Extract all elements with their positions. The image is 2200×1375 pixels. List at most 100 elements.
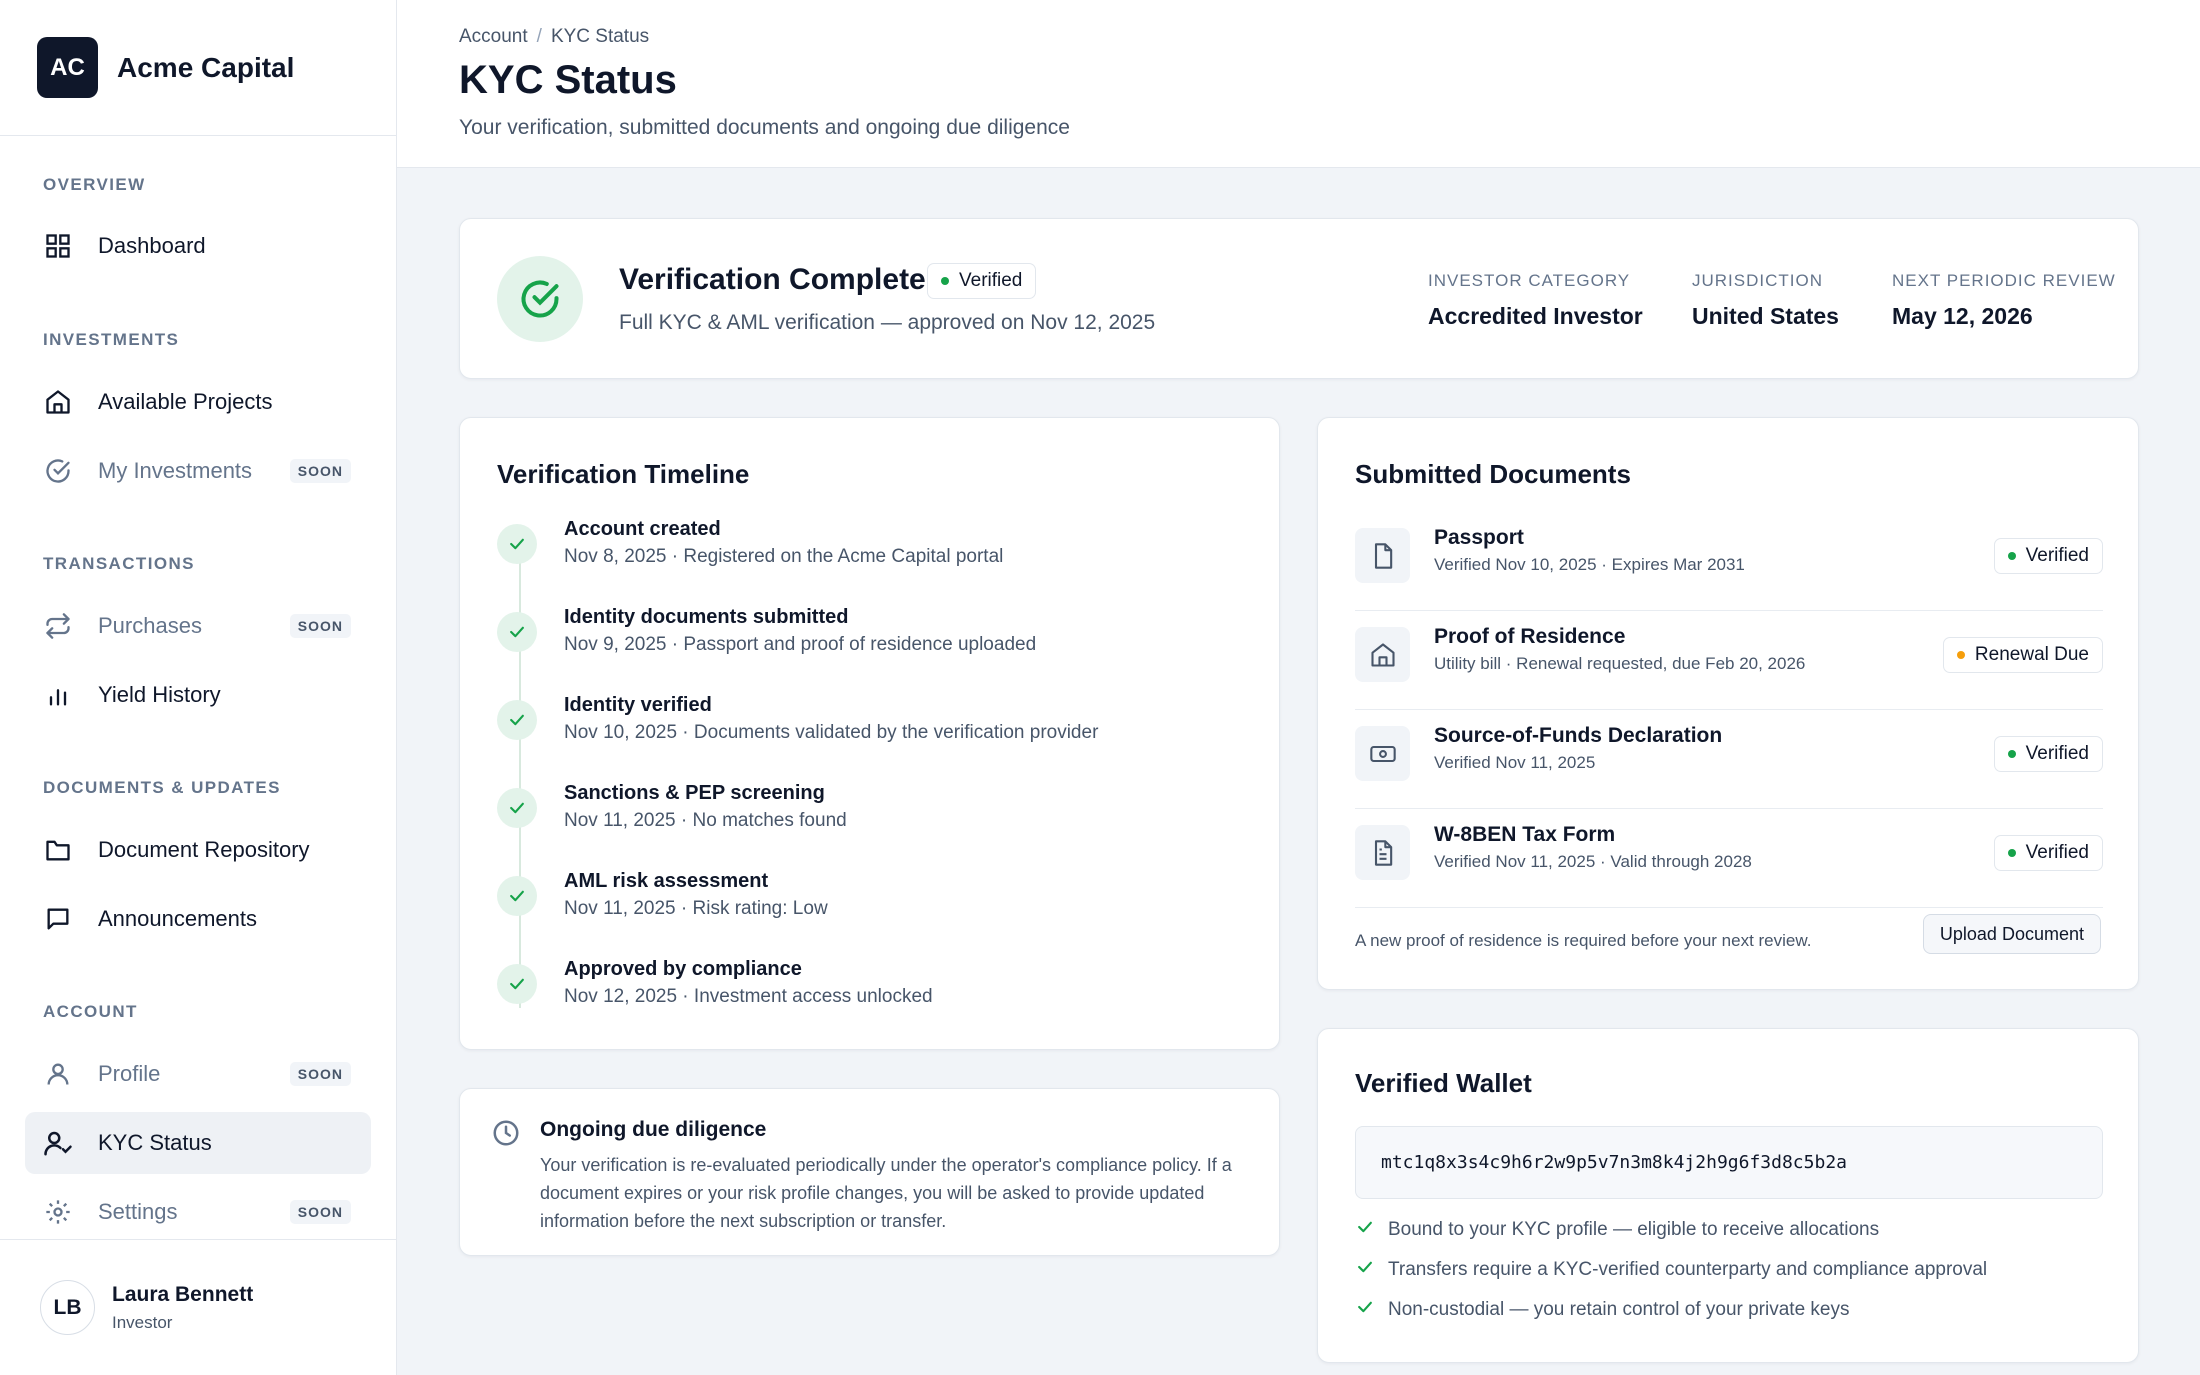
check-icon <box>1355 1257 1388 1283</box>
document-row[interactable]: Proof of Residence Utility bill · Renewal… <box>1355 611 2103 710</box>
user-icon <box>42 1058 74 1090</box>
check-circle-icon <box>42 455 74 487</box>
nav-section-overview: OVERVIEW <box>43 175 146 194</box>
timeline-step-title: Identity verified <box>564 694 712 716</box>
document-row[interactable]: Source-of-Funds Declaration Verified Nov … <box>1355 710 2103 809</box>
soon-badge: SOON <box>289 1200 351 1224</box>
submitted-documents-card: Submitted Documents Passport Verified Nov… <box>1317 417 2139 990</box>
wallet-point: Bound to your KYC profile — eligible to … <box>1355 1217 1879 1243</box>
user-role: Investor <box>112 1312 173 1332</box>
nav-section-investments: INVESTMENTS <box>43 330 180 349</box>
sidebar-item-label: My Investments <box>98 458 253 483</box>
status-subtitle: Full KYC & AML verification — approved o… <box>619 311 1156 334</box>
home-icon <box>1355 627 1410 682</box>
folder-icon <box>42 834 74 866</box>
breadcrumb-account[interactable]: Account <box>459 26 528 47</box>
document-meta: Verified Nov 10, 2025 · Expires Mar 2031 <box>1434 555 1745 574</box>
document-row[interactable]: Passport Verified Nov 10, 2025 · Expires … <box>1355 512 2103 611</box>
file-icon <box>1355 528 1410 583</box>
document-name: W-8BEN Tax Form <box>1434 823 1616 846</box>
sidebar-item-my-investments[interactable]: My Investments SOON <box>25 440 371 502</box>
document-name: Passport <box>1434 526 1524 549</box>
sidebar-item-profile[interactable]: Profile SOON <box>25 1043 371 1105</box>
sidebar-item-label: Purchases <box>98 613 202 638</box>
document-status-badge: Verified <box>1993 736 2103 772</box>
page-subtitle: Your verification, submitted documents a… <box>459 116 1070 139</box>
user-profile[interactable]: LB Laura Bennett Investor <box>0 1239 397 1375</box>
page-title: KYC Status <box>459 58 677 102</box>
timeline-step: Sanctions & PEP screening Nov 11, 2025 · … <box>497 782 1257 852</box>
verification-status-card: Verification Complete Verified Full KYC … <box>459 218 2139 379</box>
sidebar-item-label: Settings <box>98 1199 178 1224</box>
timeline-step-title: Account created <box>564 518 721 540</box>
swap-icon <box>42 610 74 642</box>
timeline-step: Identity documents submitted Nov 9, 2025 … <box>497 606 1257 676</box>
sidebar-item-announcements[interactable]: Announcements <box>25 888 371 950</box>
due-diligence-card: Ongoing due diligence Your verification … <box>459 1088 1280 1256</box>
sidebar-item-label: Dashboard <box>98 233 206 258</box>
wallet-title: Verified Wallet <box>1355 1068 1532 1098</box>
wallet-address[interactable]: mtc1q8x3s4c9h6r2w9p5v7n3m8k4j2h9g6f3d8c5… <box>1355 1126 2103 1199</box>
wallet-point-text: Non-custodial — you retain control of yo… <box>1388 1299 1850 1320</box>
wallet-point-text: Bound to your KYC profile — eligible to … <box>1388 1219 1880 1240</box>
sidebar-item-label: Profile <box>98 1061 161 1086</box>
sidebar-item-kyc-status[interactable]: KYC Status <box>25 1112 371 1174</box>
timeline-step: Identity verified Nov 10, 2025 · Document… <box>497 694 1257 764</box>
breadcrumb: Account / KYC Status <box>459 26 650 47</box>
nav-section-transactions: TRANSACTIONS <box>43 554 195 573</box>
timeline-step-desc: Nov 10, 2025 · Documents validated by th… <box>564 722 1099 743</box>
message-icon <box>42 903 74 935</box>
due-diligence-title: Ongoing due diligence <box>540 1118 767 1141</box>
document-meta: Verified Nov 11, 2025 <box>1434 753 1596 772</box>
soon-badge: SOON <box>289 1062 351 1086</box>
timeline-step-title: Approved by compliance <box>564 958 802 980</box>
sidebar: AC Acme Capital OVERVIEW Dashboard INVES… <box>0 0 397 1375</box>
page-header: Account / KYC Status KYC Status Your verif… <box>397 0 2200 168</box>
upload-document-button[interactable]: Upload Document <box>1922 914 2101 954</box>
soon-badge: SOON <box>289 459 351 483</box>
next-review: NEXT PERIODIC REVIEW May 12, 2026 <box>1892 271 2116 329</box>
document-row[interactable]: W-8BEN Tax Form Verified Nov 11, 2025 · V… <box>1355 809 2103 908</box>
soon-badge: SOON <box>289 614 351 638</box>
timeline-step-desc: Nov 12, 2025 · Investment access unlocke… <box>564 986 933 1007</box>
sidebar-item-label: Yield History <box>98 682 221 707</box>
document-status-badge: Verified <box>1993 538 2103 574</box>
sidebar-item-available-projects[interactable]: Available Projects <box>25 371 371 433</box>
nav-section-account: ACCOUNT <box>43 1002 138 1021</box>
timeline-step-desc: Nov 9, 2025 · Passport and proof of resi… <box>564 634 1037 655</box>
check-icon <box>1355 1297 1388 1323</box>
sidebar-item-document-repository[interactable]: Document Repository <box>25 819 371 881</box>
investor-category: INVESTOR CATEGORY Accredited Investor <box>1428 271 1643 329</box>
wallet-point: Non-custodial — you retain control of yo… <box>1355 1297 1850 1323</box>
check-icon <box>497 788 537 828</box>
timeline-step: Approved by compliance Nov 12, 2025 · Inv… <box>497 958 1257 1028</box>
status-title: Verification Complete <box>619 263 926 296</box>
sidebar-item-label: Announcements <box>98 906 257 931</box>
document-name: Proof of Residence <box>1434 625 1626 648</box>
verified-wallet-card: Verified Wallet mtc1q8x3s4c9h6r2w9p5v7n3… <box>1317 1028 2139 1363</box>
clock-icon <box>491 1118 523 1150</box>
timeline-step-desc: Nov 11, 2025 · Risk rating: Low <box>564 898 828 919</box>
avatar: LB <box>40 1280 95 1335</box>
timeline-step-desc: Nov 8, 2025 · Registered on the Acme Cap… <box>564 546 1004 567</box>
brand-logo: AC <box>37 37 98 98</box>
sidebar-item-settings[interactable]: Settings SOON <box>25 1181 371 1243</box>
check-icon <box>1355 1217 1388 1243</box>
sidebar-item-dashboard[interactable]: Dashboard <box>25 215 371 277</box>
brand[interactable]: AC Acme Capital <box>0 0 396 136</box>
check-icon <box>497 700 537 740</box>
sidebar-item-purchases[interactable]: Purchases SOON <box>25 595 371 657</box>
sidebar-item-label: Available Projects <box>98 389 273 414</box>
due-diligence-text: Your verification is re-evaluated period… <box>540 1155 1232 1231</box>
documents-title: Submitted Documents <box>1355 459 1631 489</box>
home-icon <box>42 386 74 418</box>
banknote-icon <box>1355 726 1410 781</box>
breadcrumb-current: KYC Status <box>550 26 650 47</box>
document-meta: Utility bill · Renewal requested, due Fe… <box>1434 654 1806 673</box>
timeline-step: AML risk assessment Nov 11, 2025 · Risk r… <box>497 870 1257 940</box>
nav-section-documents: DOCUMENTS & UPDATES <box>43 778 281 797</box>
documents-note: A new proof of residence is required bef… <box>1355 931 1812 950</box>
user-name: Laura Bennett <box>112 1282 254 1306</box>
check-icon <box>497 524 537 564</box>
sidebar-item-yield-history[interactable]: Yield History <box>25 664 371 726</box>
